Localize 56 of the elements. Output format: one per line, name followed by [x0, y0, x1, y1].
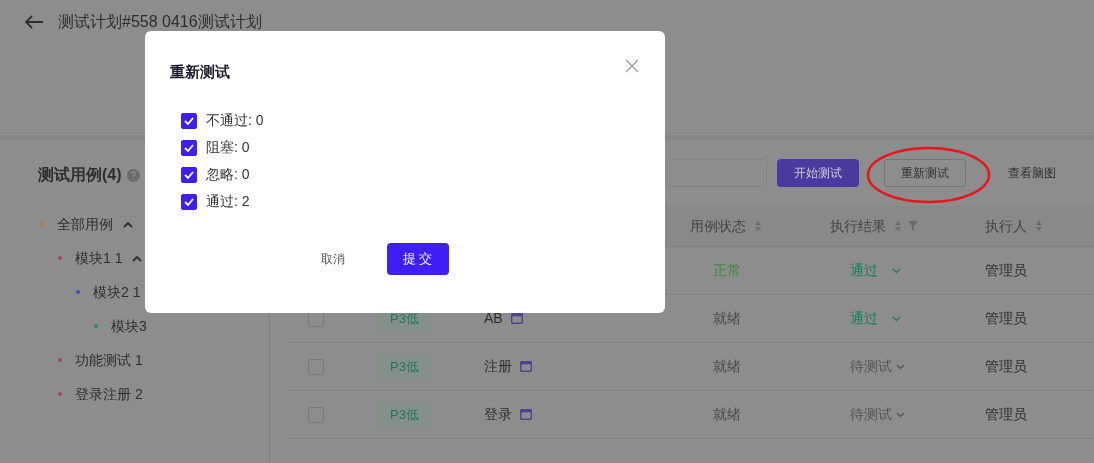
chevron-down-icon: [892, 267, 901, 274]
filter-icon[interactable]: [908, 221, 918, 231]
back-arrow-icon[interactable]: [24, 15, 44, 29]
executor-text: 管理员: [985, 406, 1027, 422]
option-label: 阻塞: 0: [206, 138, 250, 157]
option-label: 忽略: 0: [206, 165, 250, 184]
start-test-button[interactable]: 开始测试: [777, 159, 859, 187]
sort-icon[interactable]: [754, 220, 762, 232]
column-header[interactable]: 执行人: [985, 215, 1027, 237]
check-icon: [184, 116, 194, 125]
sort-icon[interactable]: [1035, 220, 1043, 232]
option-checkbox[interactable]: [181, 139, 197, 156]
panel-title: 测试用例(4): [38, 165, 122, 185]
option-checkbox[interactable]: [181, 193, 197, 210]
submit-button[interactable]: 提 交: [386, 242, 449, 275]
priority-tag: P3低: [377, 400, 432, 429]
window-icon[interactable]: [520, 361, 532, 372]
check-icon: [184, 197, 194, 206]
option-checkbox[interactable]: [181, 112, 197, 129]
tree-item[interactable]: 模块1 1: [75, 247, 123, 269]
cancel-button[interactable]: 取消: [316, 243, 349, 274]
case-name[interactable]: 登录: [484, 404, 512, 425]
column-header[interactable]: 执行结果: [830, 215, 886, 237]
tree-item[interactable]: 功能测试 1: [75, 349, 143, 371]
priority-tag: P3低: [377, 352, 432, 381]
case-name[interactable]: 注册: [484, 356, 512, 377]
option-checkbox[interactable]: [181, 166, 197, 183]
caret-up-icon[interactable]: [132, 254, 143, 262]
status-text: 就绪: [713, 358, 741, 374]
status-text: 就绪: [713, 406, 741, 422]
check-icon: [184, 170, 194, 179]
tree-item[interactable]: 全部用例: [57, 213, 113, 235]
status-text: 正常: [713, 262, 741, 278]
caret-up-icon[interactable]: [123, 220, 133, 228]
chevron-down-icon: [892, 315, 901, 322]
tree-item[interactable]: 登录注册 2: [75, 383, 143, 405]
column-header[interactable]: 用例状态: [690, 215, 746, 237]
executor-text: 管理员: [985, 262, 1027, 278]
close-icon[interactable]: [625, 59, 639, 73]
chevron-down-icon: [896, 363, 905, 370]
tree-item[interactable]: 模块2 1: [93, 281, 141, 303]
check-icon: [184, 143, 194, 152]
option-label: 不通过: 0: [206, 111, 264, 130]
dialog-title: 重新测试: [170, 62, 230, 82]
help-icon[interactable]: [126, 168, 140, 182]
executor-text: 管理员: [985, 310, 1027, 326]
tree-item[interactable]: 模块3: [111, 315, 147, 337]
mind-map-link[interactable]: 查看脑图: [1004, 159, 1060, 187]
page-title: 测试计划#558 0416测试计划: [58, 12, 262, 32]
window-icon[interactable]: [520, 409, 532, 420]
executor-text: 管理员: [985, 358, 1027, 374]
sort-icon[interactable]: [894, 220, 902, 232]
chevron-down-icon: [896, 411, 905, 418]
option-label: 通过: 2: [206, 192, 250, 211]
status-text: 就绪: [713, 310, 741, 326]
retest-button[interactable]: 重新测试: [884, 159, 966, 187]
